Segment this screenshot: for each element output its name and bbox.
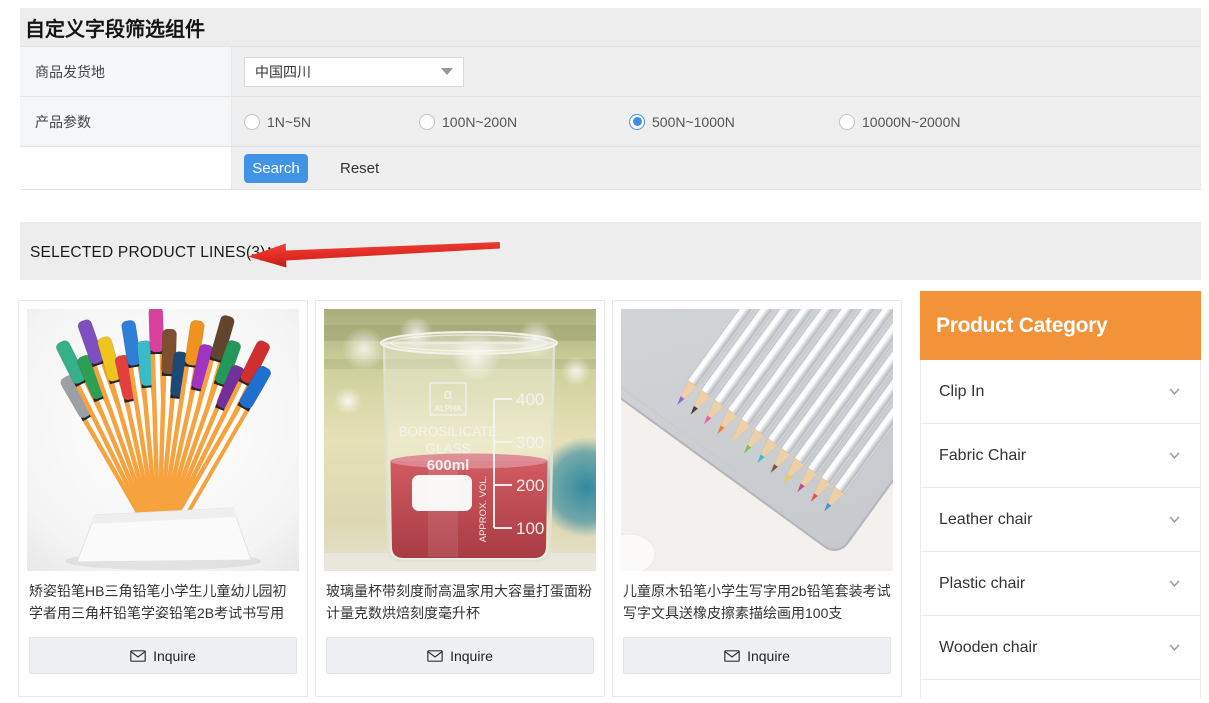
- sidebar-item-label: Leather chair: [939, 511, 1032, 529]
- product-card[interactable]: 矫姿铅笔HB三角铅笔小学生儿童幼儿园初学者用三角杆铅笔学姿铅笔2B考试书写用矫正…: [18, 300, 308, 697]
- ship-origin-value: 中国四川: [255, 62, 311, 82]
- radio-option-1n-5n[interactable]: 1N~5N: [244, 114, 419, 130]
- product-params-label: 产品参数: [20, 97, 232, 146]
- search-button[interactable]: Search: [244, 154, 308, 183]
- product-card[interactable]: α ALPHA BOROSILICATE GLASS 600ml APPROX.…: [315, 300, 605, 697]
- sidebar-item-leather-chair[interactable]: Leather chair: [920, 488, 1201, 552]
- chevron-down-icon: [1169, 580, 1180, 587]
- reset-button[interactable]: Reset: [334, 159, 385, 178]
- inquire-button[interactable]: Inquire: [623, 637, 891, 674]
- radio-label: 500N~1000N: [652, 114, 735, 130]
- inquire-label: Inquire: [747, 648, 790, 664]
- sidebar-item-label: Wooden chair: [939, 639, 1037, 657]
- sidebar-item-fabric-chair[interactable]: Fabric Chair: [920, 424, 1201, 488]
- product-card[interactable]: 儿童原木铅笔小学生写字用2b铅笔套装考试写字文具送橡皮擦素描绘画用100支 In…: [612, 300, 902, 697]
- form-row-product-params: 产品参数 1N~5N 100N~200N 500N~1000N 10000N~2…: [20, 96, 1201, 146]
- sidebar-item-wooden-chair[interactable]: Wooden chair: [920, 616, 1201, 680]
- selected-lines-heading: SELECTED PRODUCT LINES(3)：: [20, 240, 281, 262]
- sidebar-item-partial: [920, 680, 1201, 698]
- envelope-icon: [724, 650, 740, 662]
- beaker-alpha-text: ALPHA: [434, 404, 462, 413]
- inquire-label: Inquire: [153, 648, 196, 664]
- form-row-ship-origin: 商品发货地 中国四川: [20, 46, 1201, 96]
- chevron-down-icon: [1169, 388, 1180, 395]
- sidebar-item-clip-in[interactable]: Clip In: [920, 360, 1201, 424]
- radio-selected-icon: [629, 114, 645, 130]
- page: 自定义字段筛选组件 商品发货地 中国四川 产品参数 1N~5N 100N~200…: [0, 0, 1209, 703]
- ship-origin-select[interactable]: 中国四川: [244, 57, 464, 87]
- radio-icon: [244, 114, 260, 130]
- form-row-actions: Search Reset: [20, 146, 1201, 190]
- beaker-approx-vol: APPROX. VOL.: [478, 476, 489, 543]
- sidebar-item-label: Fabric Chair: [939, 447, 1026, 465]
- page-title: 自定义字段筛选组件: [20, 8, 1201, 46]
- radio-icon: [839, 114, 855, 130]
- radio-label: 10000N~2000N: [862, 114, 960, 130]
- product-title[interactable]: 玻璃量杯带刻度耐高温家用大容量打蛋面粉计量克数烘焙刻度毫升杯: [326, 581, 594, 626]
- radio-icon: [419, 114, 435, 130]
- beaker-alpha-symbol: α: [444, 386, 453, 403]
- caret-down-icon: [441, 68, 453, 75]
- radio-option-100n-200n[interactable]: 100N~200N: [419, 114, 629, 130]
- beaker-volume: 600ml: [427, 457, 470, 474]
- beaker-line2: GLASS: [425, 441, 470, 456]
- envelope-icon: [130, 650, 146, 662]
- actions-label-spacer: [20, 147, 232, 189]
- inquire-button[interactable]: Inquire: [326, 637, 594, 674]
- sidebar-item-label: Plastic chair: [939, 575, 1025, 593]
- product-category-sidebar: Product Category Clip In Fabric Chair Le…: [920, 291, 1201, 698]
- chevron-down-icon: [1169, 516, 1180, 523]
- inquire-button[interactable]: Inquire: [29, 637, 297, 674]
- product-image-measuring-beaker[interactable]: α ALPHA BOROSILICATE GLASS 600ml APPROX.…: [324, 309, 596, 571]
- filter-panel: 自定义字段筛选组件 商品发货地 中国四川 产品参数 1N~5N 100N~200…: [20, 8, 1201, 190]
- envelope-icon: [427, 650, 443, 662]
- radio-label: 100N~200N: [442, 114, 517, 130]
- beaker-line1: BOROSILICATE: [399, 424, 498, 439]
- radio-option-500n-1000n[interactable]: 500N~1000N: [629, 114, 839, 130]
- product-image-colored-pens[interactable]: [27, 309, 299, 571]
- chevron-down-icon: [1169, 644, 1180, 651]
- beaker-scale-200: 200: [516, 476, 544, 495]
- inquire-label: Inquire: [450, 648, 493, 664]
- product-title[interactable]: 儿童原木铅笔小学生写字用2b铅笔套装考试写字文具送橡皮擦素描绘画用100支: [623, 581, 891, 626]
- beaker-scale-300: 300: [516, 433, 544, 452]
- selected-lines-bar: SELECTED PRODUCT LINES(3)：: [20, 222, 1201, 280]
- product-title[interactable]: 矫姿铅笔HB三角铅笔小学生儿童幼儿园初学者用三角杆铅笔学姿铅笔2B考试书写用矫正: [29, 581, 297, 626]
- product-image-pencil-tin[interactable]: [621, 309, 893, 571]
- beaker-scale-400: 400: [516, 390, 544, 409]
- radio-label: 1N~5N: [267, 114, 311, 130]
- red-arrow-annotation: [246, 235, 505, 268]
- sidebar-title: Product Category: [920, 291, 1201, 360]
- radio-option-10000n-2000n[interactable]: 10000N~2000N: [839, 114, 960, 130]
- sidebar-item-label: Clip In: [939, 383, 984, 401]
- beaker-scale-100: 100: [516, 519, 544, 538]
- ship-origin-label: 商品发货地: [20, 47, 232, 96]
- sidebar-item-plastic-chair[interactable]: Plastic chair: [920, 552, 1201, 616]
- chevron-down-icon: [1169, 452, 1180, 459]
